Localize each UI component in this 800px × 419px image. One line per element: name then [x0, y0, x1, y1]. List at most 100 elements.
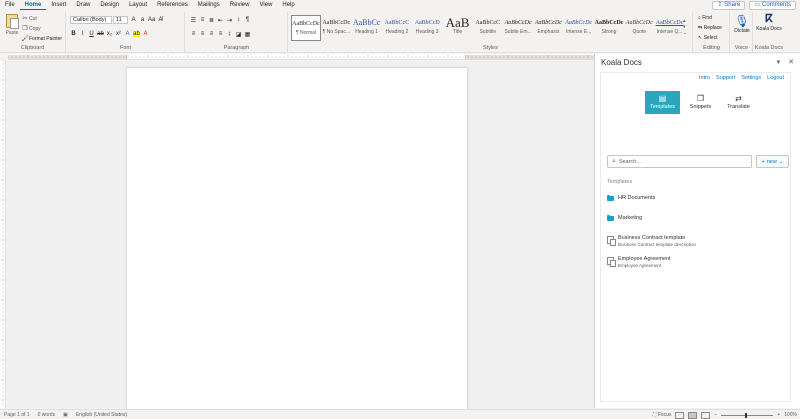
folder-item[interactable]: HR Documents [607, 195, 655, 202]
tab-help[interactable]: Help [277, 0, 299, 10]
replace-button[interactable]: ⇆ Replace [698, 25, 722, 31]
text-effects-icon[interactable]: A [124, 31, 131, 37]
style-sample: AaBbCcDc [534, 20, 562, 26]
style-tile[interactable]: AaBbCcDc ¶ No Spac... [321, 15, 351, 41]
superscript-icon[interactable]: x² [115, 31, 122, 37]
tab-design[interactable]: Design [95, 0, 124, 10]
bold-icon[interactable]: B [70, 31, 77, 37]
find-button[interactable]: ⌕ Find [698, 15, 712, 21]
font-name-input[interactable] [70, 16, 112, 24]
proofing-icon[interactable]: ▣ [59, 412, 72, 418]
bullets-icon[interactable]: ☰ [190, 17, 197, 24]
tab-references[interactable]: References [152, 0, 193, 10]
search-input[interactable] [618, 158, 739, 165]
zoom-in-icon[interactable]: + [777, 412, 780, 418]
font-color-icon[interactable]: A [142, 31, 149, 37]
strikethrough-icon[interactable]: ab [97, 31, 104, 37]
cut-button[interactable]: ✂Cut [21, 15, 36, 22]
subscript-icon[interactable]: x₂ [106, 31, 113, 37]
tab-mailings[interactable]: Mailings [193, 0, 225, 10]
shrink-font-icon[interactable]: a [139, 17, 146, 23]
pane-tab-translate[interactable]: ⇄ Translate [721, 91, 756, 114]
dictate-button[interactable]: 🎙 Dictate [733, 14, 751, 34]
read-mode-button[interactable] [675, 411, 685, 419]
style-tile[interactable]: AaBbCcDc Intense Q... [655, 15, 685, 41]
style-tile[interactable]: AaBbCcDc ¶ Normal [291, 15, 321, 41]
zoom-slider[interactable] [721, 412, 774, 418]
shading-icon[interactable]: ◪ [235, 31, 242, 38]
paste-button[interactable]: Paste [3, 14, 21, 44]
document-canvas[interactable] [7, 61, 593, 412]
clear-format-icon[interactable]: A̸ [157, 17, 164, 23]
line-spacing-icon[interactable]: ↨ [226, 31, 233, 37]
tab-view[interactable]: View [254, 0, 277, 10]
style-tile[interactable]: AaBbCcDc Intense E... [564, 15, 594, 41]
comments-button[interactable]: ▭ Comments [749, 0, 796, 10]
styles-scroll-icon[interactable]: ▴ ▾ ⌄ [683, 18, 687, 36]
style-tile[interactable]: AaBbCcDc Strong [594, 15, 624, 41]
numbering-icon[interactable]: ≡ [199, 17, 206, 23]
koala-docs-button[interactable]: ⴽ Koala Docs [756, 13, 782, 32]
style-tile[interactable]: AaBbCcDc Subtle Em... [503, 15, 533, 41]
template-item[interactable]: Employee Agreement Employee Agreement [607, 256, 671, 269]
pane-options-icon[interactable]: ▾ [777, 58, 781, 66]
horizontal-ruler[interactable] [8, 54, 594, 60]
grow-font-icon[interactable]: A [130, 17, 137, 23]
close-icon[interactable]: ✕ [788, 58, 794, 66]
style-tile[interactable]: AaBbCcDc Emphasis [533, 15, 563, 41]
language-status[interactable]: English (United States) [72, 412, 131, 418]
tab-home[interactable]: Home [19, 0, 47, 10]
page-count[interactable]: Page 1 of 1 [0, 412, 34, 418]
zoom-out-icon[interactable]: − [714, 412, 717, 418]
sort-icon[interactable]: ↕ [235, 17, 242, 23]
tab-draw[interactable]: Draw [71, 0, 95, 10]
pane-tab-templates[interactable]: ▤ Templates [645, 91, 680, 114]
highlight-icon[interactable]: ab [133, 31, 140, 37]
tab-insert[interactable]: Insert [46, 0, 71, 10]
style-tile[interactable]: AaBbCcDc Quote [624, 15, 654, 41]
tab-file[interactable]: File [0, 0, 20, 10]
format-painter-button[interactable]: 🖌Format Painter [21, 35, 62, 42]
document-page[interactable] [126, 67, 468, 412]
change-case-icon[interactable]: Aa [148, 17, 155, 23]
template-item[interactable]: Business Contract template Business Contr… [607, 235, 696, 248]
pane-tab-snippets[interactable]: ❐ Snippets [683, 91, 718, 114]
decrease-indent-icon[interactable]: ⇤ [217, 17, 224, 24]
link-support[interactable]: Support [716, 75, 735, 81]
link-settings[interactable]: Settings [741, 75, 761, 81]
style-tile[interactable]: AaBbCcC Heading 2 [382, 15, 412, 41]
web-layout-button[interactable] [701, 411, 711, 419]
align-right-icon[interactable]: ≡ [208, 31, 215, 37]
style-tile[interactable]: AaBbCcD Heading 3 [412, 15, 442, 41]
align-center-icon[interactable]: ≡ [199, 31, 206, 37]
new-button[interactable]: + new ⌄ [756, 155, 789, 168]
increase-indent-icon[interactable]: ⇥ [226, 17, 233, 24]
vertical-ruler[interactable] [0, 60, 6, 408]
font-size-input[interactable] [113, 16, 128, 24]
tab-review[interactable]: Review [225, 0, 255, 10]
align-left-icon[interactable]: ≡ [190, 31, 197, 37]
zoom-thumb[interactable] [745, 412, 748, 418]
share-button[interactable]: ⇪ Share [712, 0, 746, 10]
print-layout-button[interactable] [688, 411, 698, 419]
zoom-level[interactable]: 100% [784, 412, 797, 418]
underline-icon[interactable]: U [88, 31, 95, 37]
pane-nav-tabs: ▤ Templates ❐ Snippets ⇄ Translate [645, 91, 756, 114]
select-button[interactable]: ↖ Select [698, 35, 718, 41]
copy-button[interactable]: ❐Copy [21, 25, 40, 32]
style-tile[interactable]: AaBbCcC Subtitle [473, 15, 503, 41]
folder-item[interactable]: Marketing [607, 215, 642, 222]
link-intro[interactable]: Intro [699, 75, 710, 81]
pilcrow-icon[interactable]: ¶ [244, 17, 251, 23]
multilevel-list-icon[interactable]: ≣ [208, 17, 215, 24]
style-tile[interactable]: AaBbCc Heading 1 [352, 15, 382, 41]
focus-button[interactable]: ⛶ Focus [653, 412, 672, 418]
justify-icon[interactable]: ≡ [217, 31, 224, 37]
item-description: Business Contract template description [618, 242, 697, 247]
italic-icon[interactable]: I [79, 31, 86, 37]
link-logout[interactable]: Logout [767, 75, 784, 81]
word-count[interactable]: 0 words [34, 412, 60, 418]
style-tile[interactable]: AaB Title [443, 15, 473, 41]
tab-layout[interactable]: Layout [124, 0, 152, 10]
borders-icon[interactable]: ▦ [244, 31, 251, 38]
